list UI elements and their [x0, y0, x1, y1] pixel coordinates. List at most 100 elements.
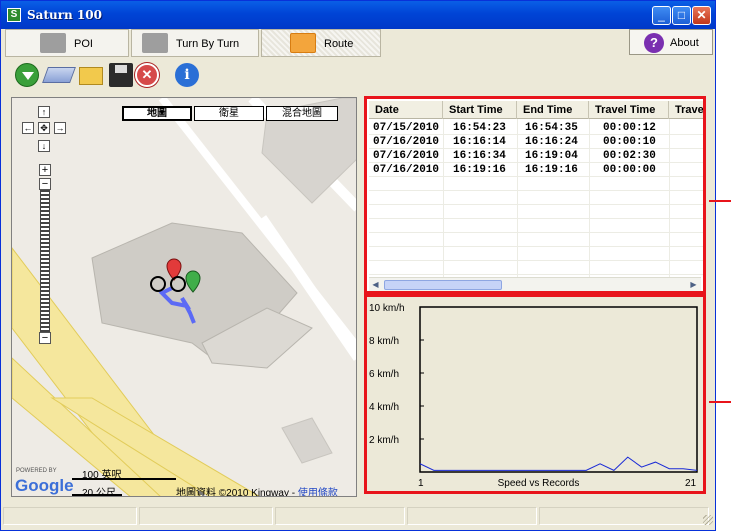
table-row[interactable]: 07/16/2010 16:16:34 16:19:04 00:02:30: [369, 149, 703, 163]
cell-start-time: 16:16:34: [453, 150, 506, 162]
map-type-satellite[interactable]: 衛星: [194, 106, 264, 121]
google-logo[interactable]: Google: [15, 476, 74, 496]
status-cell: [539, 507, 709, 525]
cell-end-time: 16:54:35: [525, 122, 578, 134]
chart-title: Speed vs Records: [498, 478, 580, 489]
map-view[interactable]: 地圖 衛星 混合地圖 ↑ ← ✥ → ↓ + − − POWERED BY Go…: [11, 97, 357, 497]
zoom-slider[interactable]: [40, 184, 50, 332]
status-cell: [3, 507, 137, 525]
route-records-panel: Date Start Time End Time Travel Time Tra…: [364, 96, 706, 294]
y-tick-label: 6 km/h: [369, 369, 399, 380]
table-row-empty: [369, 233, 703, 247]
pan-right-button[interactable]: →: [54, 122, 66, 134]
table-row-empty: [369, 219, 703, 233]
poi-icon: [40, 33, 66, 53]
table-row[interactable]: 07/16/2010 16:16:14 16:16:24 00:00:10: [369, 135, 703, 149]
cell-travel-time: 00:02:30: [603, 150, 656, 162]
resize-grip[interactable]: [703, 515, 713, 525]
col-end-time[interactable]: End Time: [517, 101, 589, 119]
tab-poi[interactable]: POI: [5, 29, 129, 57]
cell-start-time: 16:54:23: [453, 122, 506, 134]
scroll-left-icon[interactable]: ◀: [369, 279, 382, 291]
scale-metric: 20 公尺: [82, 488, 116, 497]
map-type-hybrid[interactable]: 混合地圖: [266, 106, 338, 121]
tab-route[interactable]: Route: [261, 29, 381, 57]
col-travel-time[interactable]: Travel Time: [589, 101, 669, 119]
cell-date: 07/16/2010: [373, 150, 440, 162]
tab-label: Turn By Turn: [176, 38, 240, 50]
plot-area: [419, 306, 698, 473]
callout-line: [709, 200, 731, 202]
table-row-empty: [369, 261, 703, 275]
copyright-text: 地圖資料 ©2010 Kingway -: [176, 488, 298, 497]
cell-travel-time: 00:00:10: [603, 136, 656, 148]
cell-date: 07/16/2010: [373, 136, 440, 148]
cell-end-time: 16:19:04: [525, 150, 578, 162]
speed-chart: 2 km/h 4 km/h 6 km/h 8 km/h 10 km/h 1 21 Speed …: [369, 303, 698, 489]
tab-strip: POI Turn By Turn Route ? About: [3, 29, 715, 59]
cell-travel-time: 00:00:12: [603, 122, 656, 134]
cell-date: 07/15/2010: [373, 122, 440, 134]
status-cell: [407, 507, 537, 525]
zoom-slider-thumb[interactable]: −: [39, 178, 51, 190]
turn-list-icon: [142, 33, 168, 53]
scrollbar-thumb[interactable]: [384, 280, 502, 290]
scale-imperial: 100 英呎: [82, 470, 122, 481]
folder-open-icon[interactable]: [79, 67, 103, 85]
zoom-out-button[interactable]: −: [39, 332, 51, 344]
pan-left-button[interactable]: ←: [22, 122, 34, 134]
info-icon[interactable]: i: [175, 63, 199, 87]
y-tick-label: 2 km/h: [369, 435, 399, 446]
terms-link[interactable]: 使用條款: [298, 488, 338, 496]
save-disk-icon[interactable]: [109, 63, 133, 87]
minimize-button[interactable]: _: [652, 6, 671, 25]
table-row[interactable]: 07/16/2010 16:19:16 16:19:16 00:00:00: [369, 163, 703, 177]
speed-chart-panel: 2 km/h 4 km/h 6 km/h 8 km/h 10 km/h 1 21 Speed …: [364, 294, 706, 494]
col-date[interactable]: Date: [369, 101, 443, 119]
powered-by-label: POWERED BY: [16, 468, 57, 474]
pan-down-button[interactable]: ↓: [38, 140, 50, 152]
building: [281, 417, 333, 464]
cell-end-time: 16:19:16: [525, 164, 578, 176]
route-records-table[interactable]: Date Start Time End Time Travel Time Tra…: [369, 101, 703, 277]
col-travel-distance[interactable]: Trave: [669, 101, 703, 119]
y-tick-label: 10 km/h: [369, 303, 405, 314]
table-header: Date Start Time End Time Travel Time Tra…: [369, 101, 703, 119]
pan-up-button[interactable]: ↑: [38, 106, 50, 118]
maximize-button[interactable]: □: [672, 6, 691, 25]
horizontal-scrollbar[interactable]: ◀ ▶: [369, 277, 701, 291]
cell-end-time: 16:16:24: [525, 136, 578, 148]
table-row-empty: [369, 191, 703, 205]
status-cell: [139, 507, 273, 525]
table-row[interactable]: 07/15/2010 16:54:23 16:54:35 00:00:12: [369, 121, 703, 135]
y-tick-label: 4 km/h: [369, 402, 399, 413]
map-copyright: 地圖資料 ©2010 Kingway - 使用條款: [176, 484, 338, 497]
about-button[interactable]: ? About: [629, 29, 713, 55]
table-row-empty: [369, 247, 703, 261]
cancel-icon[interactable]: ✕: [135, 63, 159, 87]
close-button[interactable]: ✕: [692, 6, 711, 25]
y-tick-label: 8 km/h: [369, 336, 399, 347]
table-row-empty: [369, 205, 703, 219]
go-down-icon[interactable]: [15, 63, 39, 87]
map-canvas: [12, 98, 356, 496]
x-tick-label: 1: [418, 478, 424, 489]
zoom-in-button[interactable]: +: [39, 164, 51, 176]
cell-travel-time: 00:00:00: [603, 164, 656, 176]
tab-label: Route: [324, 38, 354, 50]
title-bar[interactable]: S Saturn 100 _ □ ✕: [1, 1, 715, 29]
route-icon: [290, 33, 316, 53]
x-tick-label: 21: [685, 478, 697, 489]
cell-start-time: 16:16:14: [453, 136, 506, 148]
cell-start-time: 16:19:16: [453, 164, 506, 176]
map-type-map[interactable]: 地圖: [122, 106, 192, 121]
pan-center-button[interactable]: ✥: [38, 122, 50, 134]
col-start-time[interactable]: Start Time: [443, 101, 517, 119]
tab-turn-by-turn[interactable]: Turn By Turn: [131, 29, 259, 57]
callout-line: [709, 401, 731, 403]
main-window: S Saturn 100 _ □ ✕ POI Turn By Turn Rout…: [0, 0, 731, 531]
toolbar: ✕ i: [13, 63, 313, 91]
scroll-right-icon[interactable]: ▶: [687, 279, 700, 291]
help-icon: ?: [644, 33, 664, 53]
eraser-icon[interactable]: [42, 67, 76, 83]
